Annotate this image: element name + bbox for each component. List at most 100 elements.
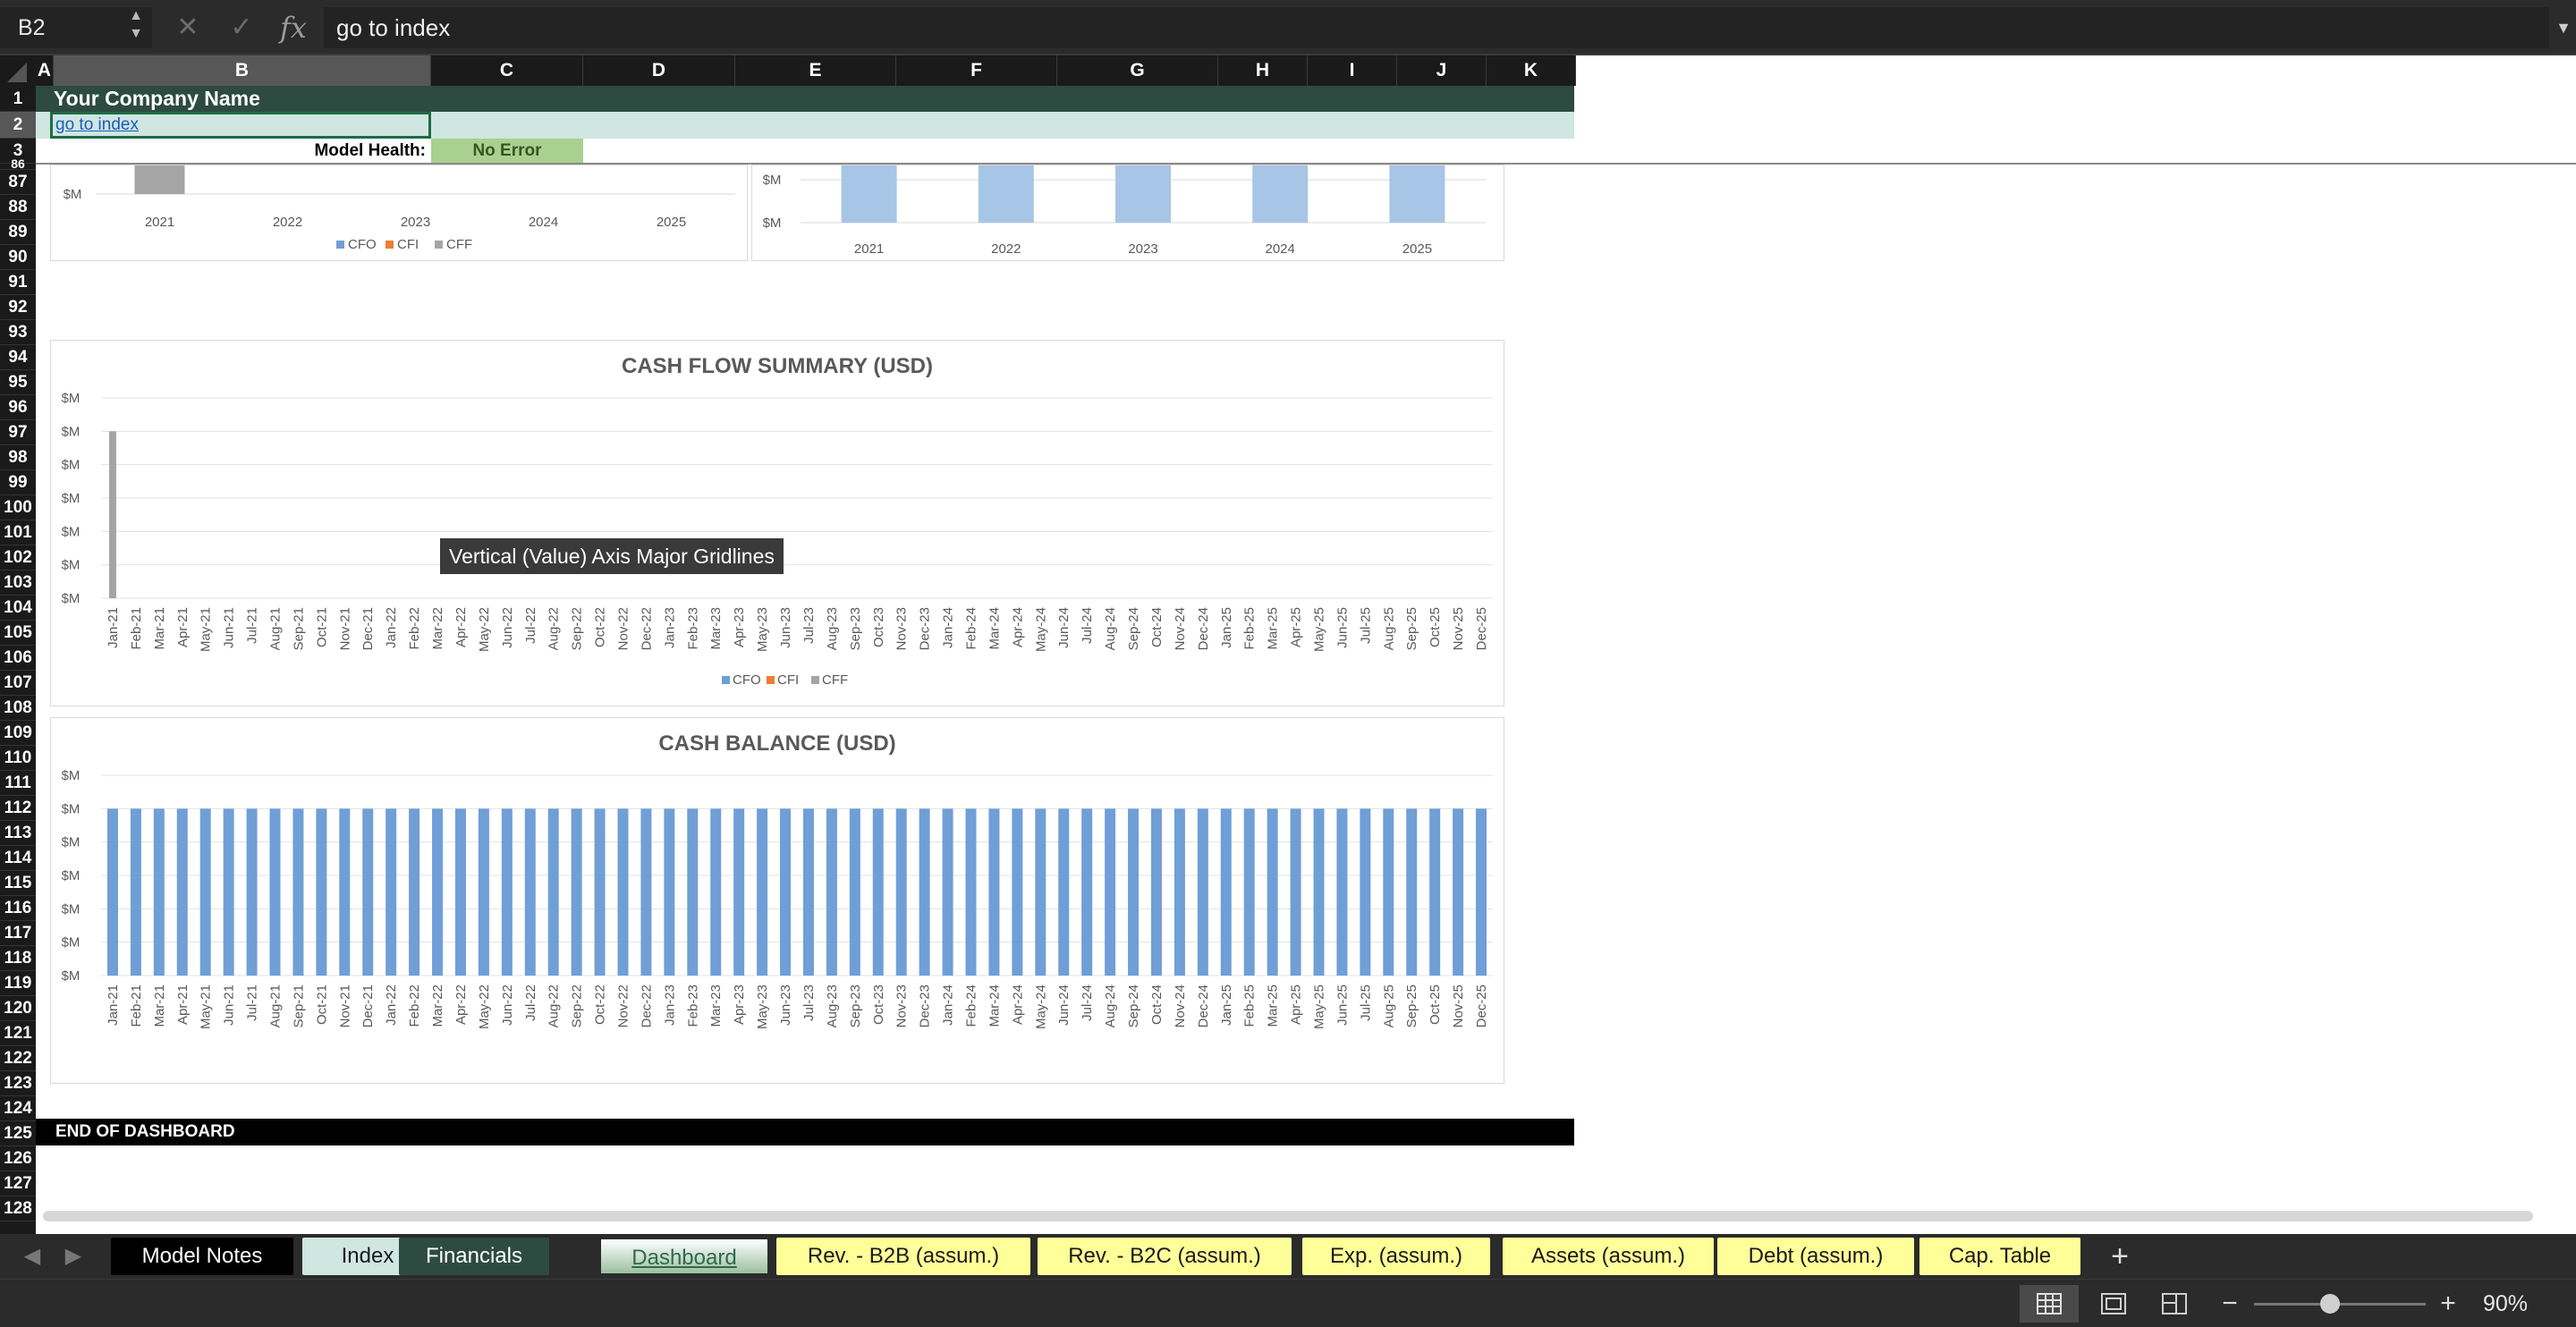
column-header-k[interactable]: K: [1487, 55, 1576, 86]
sheet-tab-rev-b2c-assum[interactable]: Rev. - B2C (assum.): [1038, 1238, 1292, 1275]
bar-cff[interactable]: [108, 431, 116, 598]
bar-cash-balance[interactable]: [1290, 808, 1301, 976]
bar-cash-balance[interactable]: [780, 808, 792, 976]
bar-cash-balance[interactable]: [617, 808, 629, 976]
formula-input[interactable]: go to index: [324, 7, 2549, 48]
bar-cash-balance[interactable]: [176, 808, 188, 976]
bar-cash-balance[interactable]: [1336, 808, 1348, 976]
expand-formula-bar-icon[interactable]: ▼: [2551, 7, 2576, 48]
row-header-118[interactable]: 118: [0, 946, 36, 971]
row-header-87[interactable]: 87: [0, 170, 36, 195]
bar-cash-balance[interactable]: [409, 808, 420, 976]
column-header-b[interactable]: B: [54, 55, 431, 86]
scrollbar-thumb[interactable]: [43, 1211, 2533, 1221]
column-header-a[interactable]: A: [36, 55, 54, 86]
row-header-91[interactable]: 91: [0, 270, 36, 295]
row-header-120[interactable]: 120: [0, 996, 36, 1021]
page-break-view-button[interactable]: [2145, 1285, 2204, 1323]
bar-cash-balance[interactable]: [895, 808, 907, 976]
row-header-96[interactable]: 96: [0, 395, 36, 420]
bar-cash-balance[interactable]: [594, 808, 606, 976]
bar-cash-balance[interactable]: [501, 808, 513, 976]
row-header-100[interactable]: 100: [0, 495, 36, 520]
sheet-tab-dashboard[interactable]: Dashboard: [599, 1238, 769, 1275]
row-header-117[interactable]: 117: [0, 921, 36, 946]
bar-cash-balance[interactable]: [1243, 808, 1255, 976]
bar-cash-balance[interactable]: [1174, 808, 1185, 976]
zoom-out-icon[interactable]: −: [2216, 1280, 2243, 1327]
bar-cash-balance[interactable]: [1389, 165, 1445, 223]
bar-cash-balance[interactable]: [386, 808, 397, 976]
bar-cash-balance[interactable]: [362, 808, 374, 976]
bar-cash-balance[interactable]: [1128, 808, 1140, 976]
select-all-button[interactable]: [0, 55, 36, 86]
zoom-slider-thumb[interactable]: [2320, 1294, 2340, 1314]
row-header-106[interactable]: 106: [0, 646, 36, 671]
cell-area[interactable]: Your Company Name go to index Model Heal…: [36, 86, 2576, 1234]
row-header-121[interactable]: 121: [0, 1021, 36, 1046]
bar-cash-balance[interactable]: [478, 808, 489, 976]
bar-cash-balance[interactable]: [1115, 165, 1171, 223]
sheet-tab-rev-b2b-assum[interactable]: Rev. - B2B (assum.): [776, 1238, 1030, 1275]
sheet-tab-model-notes[interactable]: Model Notes: [111, 1238, 293, 1275]
previous-sheet-icon[interactable]: ◀: [14, 1234, 50, 1279]
bar-cash-balance[interactable]: [942, 808, 953, 976]
bar-cash-balance[interactable]: [571, 808, 582, 976]
row-header-108[interactable]: 108: [0, 696, 36, 721]
row-header-98[interactable]: 98: [0, 445, 36, 470]
row-header-102[interactable]: 102: [0, 545, 36, 571]
row-header-1[interactable]: 1: [0, 86, 36, 112]
bar-cash-balance[interactable]: [1252, 165, 1309, 223]
bar-cash-balance[interactable]: [106, 808, 118, 976]
bar-cash-balance[interactable]: [826, 808, 837, 976]
bar-cash-balance[interactable]: [664, 808, 675, 976]
name-box-stepper-icon[interactable]: ▲ ▼: [125, 7, 147, 48]
bar-cash-balance[interactable]: [292, 808, 304, 976]
column-header-c[interactable]: C: [431, 55, 583, 86]
bar-cash-balance[interactable]: [757, 808, 768, 976]
bar-cff[interactable]: [134, 165, 185, 194]
bar-cash-balance[interactable]: [640, 808, 652, 976]
column-header-g[interactable]: G: [1057, 55, 1218, 86]
zoom-slider[interactable]: [2254, 1303, 2426, 1306]
bar-cash-balance[interactable]: [547, 808, 559, 976]
bar-cash-balance[interactable]: [432, 808, 444, 976]
zoom-in-icon[interactable]: +: [2435, 1280, 2462, 1327]
row-header-90[interactable]: 90: [0, 245, 36, 270]
row-header-114[interactable]: 114: [0, 846, 36, 871]
go-to-index-link[interactable]: go to index: [55, 114, 139, 137]
bar-cash-balance[interactable]: [1081, 808, 1093, 976]
insert-function-icon[interactable]: fx: [275, 7, 311, 48]
row-header-122[interactable]: 122: [0, 1046, 36, 1071]
row-header-2[interactable]: 2: [0, 112, 36, 139]
row-header-88[interactable]: 88: [0, 195, 36, 220]
row-header-119[interactable]: 119: [0, 971, 36, 996]
row-header-92[interactable]: 92: [0, 295, 36, 320]
cash-balance-chart[interactable]: CASH BALANCE (USD) $M $M $M $M $M $M $M Jan-21 Fe…: [50, 717, 1504, 1084]
bar-cash-balance[interactable]: [965, 808, 977, 976]
bar-cash-balance[interactable]: [1453, 808, 1464, 976]
row-header-104[interactable]: 104: [0, 596, 36, 621]
sheet-tab-debt-assum[interactable]: Debt (assum.): [1717, 1238, 1914, 1275]
bar-cash-balance[interactable]: [1220, 808, 1232, 976]
bar-cash-balance[interactable]: [153, 808, 165, 976]
bar-cash-balance[interactable]: [802, 808, 814, 976]
row-header-126[interactable]: 126: [0, 1146, 36, 1171]
row-header-113[interactable]: 113: [0, 821, 36, 846]
page-layout-view-button[interactable]: [2084, 1285, 2143, 1323]
bar-cash-balance[interactable]: [849, 808, 860, 976]
bar-cash-balance[interactable]: [339, 808, 351, 976]
row-header-111[interactable]: 111: [0, 771, 36, 796]
confirm-edit-icon[interactable]: ✓: [224, 7, 259, 48]
row-header-93[interactable]: 93: [0, 320, 36, 345]
normal-view-button[interactable]: [2020, 1285, 2079, 1323]
bar-cash-balance[interactable]: [223, 808, 234, 976]
bar-cash-balance[interactable]: [1035, 808, 1046, 976]
sheet-tab-cap-table[interactable]: Cap. Table: [1919, 1238, 2080, 1275]
annual-cash-flow-chart[interactable]: $M 2021 2022 2023 2024 2025 CFO CFI CFF: [50, 165, 748, 261]
zoom-level[interactable]: 90%: [2483, 1280, 2528, 1327]
row-header-105[interactable]: 105: [0, 621, 36, 646]
sheet-tab-assets-assum[interactable]: Assets (assum.): [1503, 1238, 1714, 1275]
bar-cash-balance[interactable]: [733, 808, 745, 976]
column-header-h[interactable]: H: [1218, 55, 1308, 86]
